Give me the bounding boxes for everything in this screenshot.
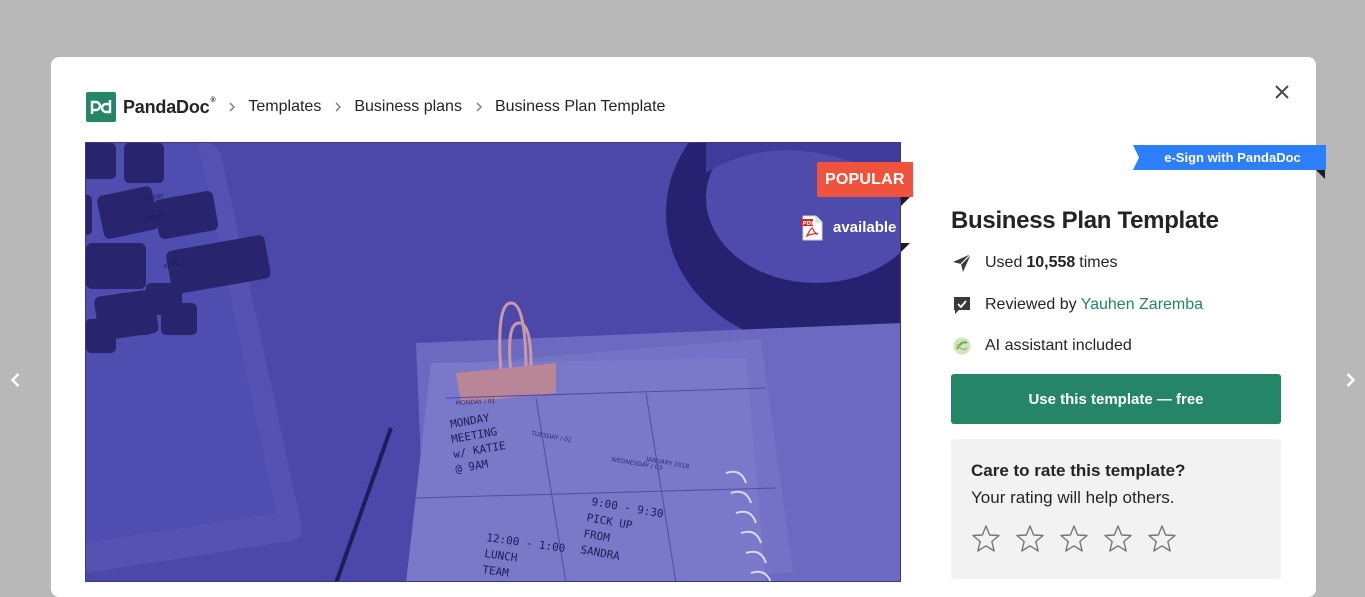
star-outline-icon[interactable] xyxy=(1059,524,1089,554)
template-modal: PandaDoc® Templates Business plans Busin… xyxy=(51,57,1326,597)
rating-title: Care to rate this template? xyxy=(971,461,1186,480)
rating-stars xyxy=(971,524,1261,554)
template-details: Business Plan Template Used 10,558 times… xyxy=(951,207,1281,357)
rating-subtitle: Your rating will help others. xyxy=(971,488,1175,507)
ai-sparkle-icon xyxy=(951,335,973,357)
document-preview-image: MONDAY MEETING w/ KATIE @ 9AM 9:00 - 9:3… xyxy=(86,143,900,581)
send-icon xyxy=(951,252,973,274)
used-count-row: Used 10,558 times xyxy=(951,252,1281,274)
chevron-right-icon xyxy=(228,102,236,112)
chevron-right-icon xyxy=(475,102,483,112)
breadcrumb-business-plans[interactable]: Business plans xyxy=(354,98,462,116)
template-title: Business Plan Template xyxy=(951,207,1219,234)
esign-ribbon: e-Sign with PandaDoc xyxy=(1133,145,1326,170)
breadcrumb: PandaDoc® Templates Business plans Busin… xyxy=(86,92,665,122)
star-outline-icon[interactable] xyxy=(1147,524,1177,554)
popular-badge: POPULAR xyxy=(817,162,913,197)
chevron-right-icon xyxy=(1346,373,1356,387)
breadcrumb-templates[interactable]: Templates xyxy=(248,98,321,116)
use-template-button[interactable]: Use this template — free xyxy=(951,374,1281,424)
pdf-available-label: available xyxy=(833,219,897,236)
used-prefix: Used xyxy=(985,254,1023,271)
previous-template-button[interactable] xyxy=(4,368,28,392)
popular-badge-fold xyxy=(901,197,910,206)
pdf-available-badge: PDF available xyxy=(801,210,896,245)
pdf-file-icon: PDF xyxy=(801,215,823,240)
close-button[interactable] xyxy=(1270,80,1294,104)
close-icon xyxy=(1275,85,1289,99)
pandadoc-logo-icon[interactable] xyxy=(86,92,116,122)
pdf-badge-fold xyxy=(901,243,910,252)
star-outline-icon[interactable] xyxy=(971,524,1001,554)
used-count: 10,558 xyxy=(1026,254,1076,271)
rating-panel: Care to rate this template? Your rating … xyxy=(951,439,1281,579)
used-suffix: times xyxy=(1079,254,1118,271)
checked-comment-icon xyxy=(951,294,973,316)
svg-text:PDF: PDF xyxy=(803,221,816,227)
template-preview-image[interactable]: MONDAY MEETING w/ KATIE @ 9AM 9:00 - 9:3… xyxy=(85,142,901,582)
chevron-left-icon xyxy=(10,373,20,387)
chevron-right-icon xyxy=(334,102,342,112)
star-outline-icon[interactable] xyxy=(1103,524,1133,554)
next-template-button[interactable] xyxy=(1338,368,1362,392)
logo-text[interactable]: PandaDoc® xyxy=(123,97,216,118)
reviewed-prefix: Reviewed by xyxy=(985,296,1077,313)
esign-ribbon-fold xyxy=(1316,170,1325,179)
reviewed-by-row: Reviewed by Yauhen Zaremba xyxy=(951,294,1281,316)
breadcrumb-current: Business Plan Template xyxy=(494,98,666,115)
star-outline-icon[interactable] xyxy=(1015,524,1045,554)
ai-assistant-label: AI assistant included xyxy=(985,337,1132,354)
ai-assistant-row: AI assistant included xyxy=(951,335,1281,357)
reviewer-link[interactable]: Yauhen Zaremba xyxy=(1081,296,1203,314)
